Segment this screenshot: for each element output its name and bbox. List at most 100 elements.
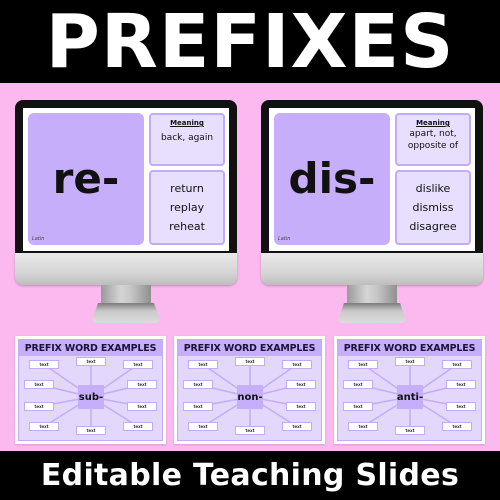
- example-text: text: [452, 424, 462, 429]
- example-text: text: [456, 404, 466, 409]
- slide-card-title: PREFIX WORD EXAMPLES: [24, 342, 157, 354]
- example-text-box[interactable]: text: [343, 402, 373, 411]
- example-text: text: [245, 428, 255, 433]
- monitor-bezel: re- Latin Meaning back, again return rep…: [15, 100, 237, 255]
- origin-label: Latin: [32, 236, 45, 242]
- example-word: return: [170, 181, 204, 195]
- example-text: text: [133, 362, 143, 367]
- slide-card-header: PREFIX WORD EXAMPLES: [178, 340, 321, 356]
- example-text-box[interactable]: text: [395, 357, 425, 366]
- example-text: text: [292, 362, 302, 367]
- slide-card-title: PREFIX WORD EXAMPLES: [343, 342, 476, 354]
- example-text-box[interactable]: text: [76, 357, 106, 366]
- example-text-box[interactable]: text: [29, 422, 59, 431]
- example-text-box[interactable]: text: [442, 360, 472, 369]
- prefix-panel: dis- Latin: [274, 113, 390, 245]
- example-text: text: [353, 404, 363, 409]
- example-text: text: [39, 424, 49, 429]
- slide-screen: re- Latin Meaning back, again return rep…: [23, 108, 229, 251]
- examples-box: dislike dismiss disagree: [395, 170, 471, 245]
- example-text: text: [358, 424, 368, 429]
- example-text-box[interactable]: text: [24, 380, 54, 389]
- monitor-chin: [15, 253, 237, 285]
- word-web: text text text text text text text text text text…: [338, 356, 481, 442]
- example-word: dislike: [415, 181, 451, 195]
- example-text: text: [193, 404, 203, 409]
- slide-card-anti: PREFIX WORD EXAMPLES text text text text text…: [334, 336, 485, 444]
- example-text: text: [39, 362, 49, 367]
- meaning-label: Meaning: [170, 119, 204, 127]
- top-banner: PREFIXES: [0, 0, 500, 83]
- meaning-text: back, again: [160, 133, 214, 143]
- example-text: text: [133, 424, 143, 429]
- example-text-box[interactable]: text: [188, 360, 218, 369]
- example-text-box[interactable]: text: [286, 380, 316, 389]
- prefix-hub-label: non-: [237, 391, 263, 403]
- example-text: text: [405, 428, 415, 433]
- example-text-box[interactable]: text: [442, 422, 472, 431]
- example-text-box[interactable]: text: [343, 380, 373, 389]
- prefix-word: re-: [52, 154, 120, 203]
- monitor-mockup-re: re- Latin Meaning back, again return rep…: [15, 100, 237, 324]
- example-text: text: [296, 382, 306, 387]
- example-text-box[interactable]: text: [123, 360, 153, 369]
- page-title: PREFIXES: [45, 0, 455, 85]
- prefix-hub: anti-: [397, 385, 423, 409]
- origin-label: Latin: [278, 236, 291, 242]
- slide-card-content: PREFIX WORD EXAMPLES text text text text text…: [177, 339, 322, 441]
- page-subtitle: Editable Teaching Slides: [40, 457, 460, 493]
- example-text: text: [456, 382, 466, 387]
- word-web: text text text text text text text text text text…: [178, 356, 321, 442]
- example-text-box[interactable]: text: [29, 360, 59, 369]
- slide-card-content: PREFIX WORD EXAMPLES text text text text text…: [337, 339, 482, 441]
- monitor-bezel: dis- Latin Meaning apart, not, opposite …: [261, 100, 483, 255]
- monitor-stand-foot: [337, 303, 407, 323]
- example-text-box[interactable]: text: [446, 380, 476, 389]
- example-text-box[interactable]: text: [188, 422, 218, 431]
- example-text: text: [292, 424, 302, 429]
- meaning-box: Meaning back, again: [149, 113, 225, 166]
- meaning-box: Meaning apart, not, opposite of: [395, 113, 471, 166]
- prefix-hub-label: anti-: [396, 391, 424, 403]
- monitor-stand-foot: [91, 303, 161, 323]
- slide-card-sub: PREFIX WORD EXAMPLES text text text text text…: [15, 336, 166, 444]
- example-word: disagree: [409, 220, 457, 234]
- example-text-box[interactable]: text: [395, 426, 425, 435]
- example-word: replay: [169, 200, 205, 214]
- example-text-box[interactable]: text: [446, 402, 476, 411]
- example-text: text: [405, 359, 415, 364]
- prefix-panel: re- Latin: [28, 113, 144, 245]
- example-text: text: [245, 359, 255, 364]
- example-text-box[interactable]: text: [282, 422, 312, 431]
- prefix-word: dis-: [288, 154, 376, 203]
- example-text-box[interactable]: text: [235, 357, 265, 366]
- example-text-box[interactable]: text: [123, 422, 153, 431]
- meaning-text: apart, not, opposite of: [407, 129, 459, 151]
- slide-card-content: PREFIX WORD EXAMPLES text text text text text…: [18, 339, 163, 441]
- example-text-box[interactable]: text: [24, 402, 54, 411]
- example-text: text: [137, 382, 147, 387]
- example-text: text: [198, 424, 208, 429]
- example-text-box[interactable]: text: [76, 426, 106, 435]
- example-text-box[interactable]: text: [235, 426, 265, 435]
- monitor-mockup-dis: dis- Latin Meaning apart, not, opposite …: [261, 100, 483, 324]
- example-text: text: [198, 362, 208, 367]
- example-text-box[interactable]: text: [183, 402, 213, 411]
- example-text: text: [296, 404, 306, 409]
- slide-screen: dis- Latin Meaning apart, not, opposite …: [269, 108, 475, 251]
- example-word: dismiss: [412, 200, 454, 214]
- example-text-box[interactable]: text: [286, 402, 316, 411]
- slide-card-header: PREFIX WORD EXAMPLES: [338, 340, 481, 356]
- slide-card-title: PREFIX WORD EXAMPLES: [183, 342, 316, 354]
- prefix-hub: sub-: [78, 385, 104, 409]
- example-text-box[interactable]: text: [282, 360, 312, 369]
- example-text: text: [358, 362, 368, 367]
- example-text-box[interactable]: text: [348, 422, 378, 431]
- example-text-box[interactable]: text: [348, 360, 378, 369]
- example-text-box[interactable]: text: [127, 380, 157, 389]
- example-text-box[interactable]: text: [127, 402, 157, 411]
- example-text-box[interactable]: text: [183, 380, 213, 389]
- slide-card-non: PREFIX WORD EXAMPLES text text text text text…: [174, 336, 325, 444]
- example-text: text: [34, 404, 44, 409]
- example-text: text: [86, 428, 96, 433]
